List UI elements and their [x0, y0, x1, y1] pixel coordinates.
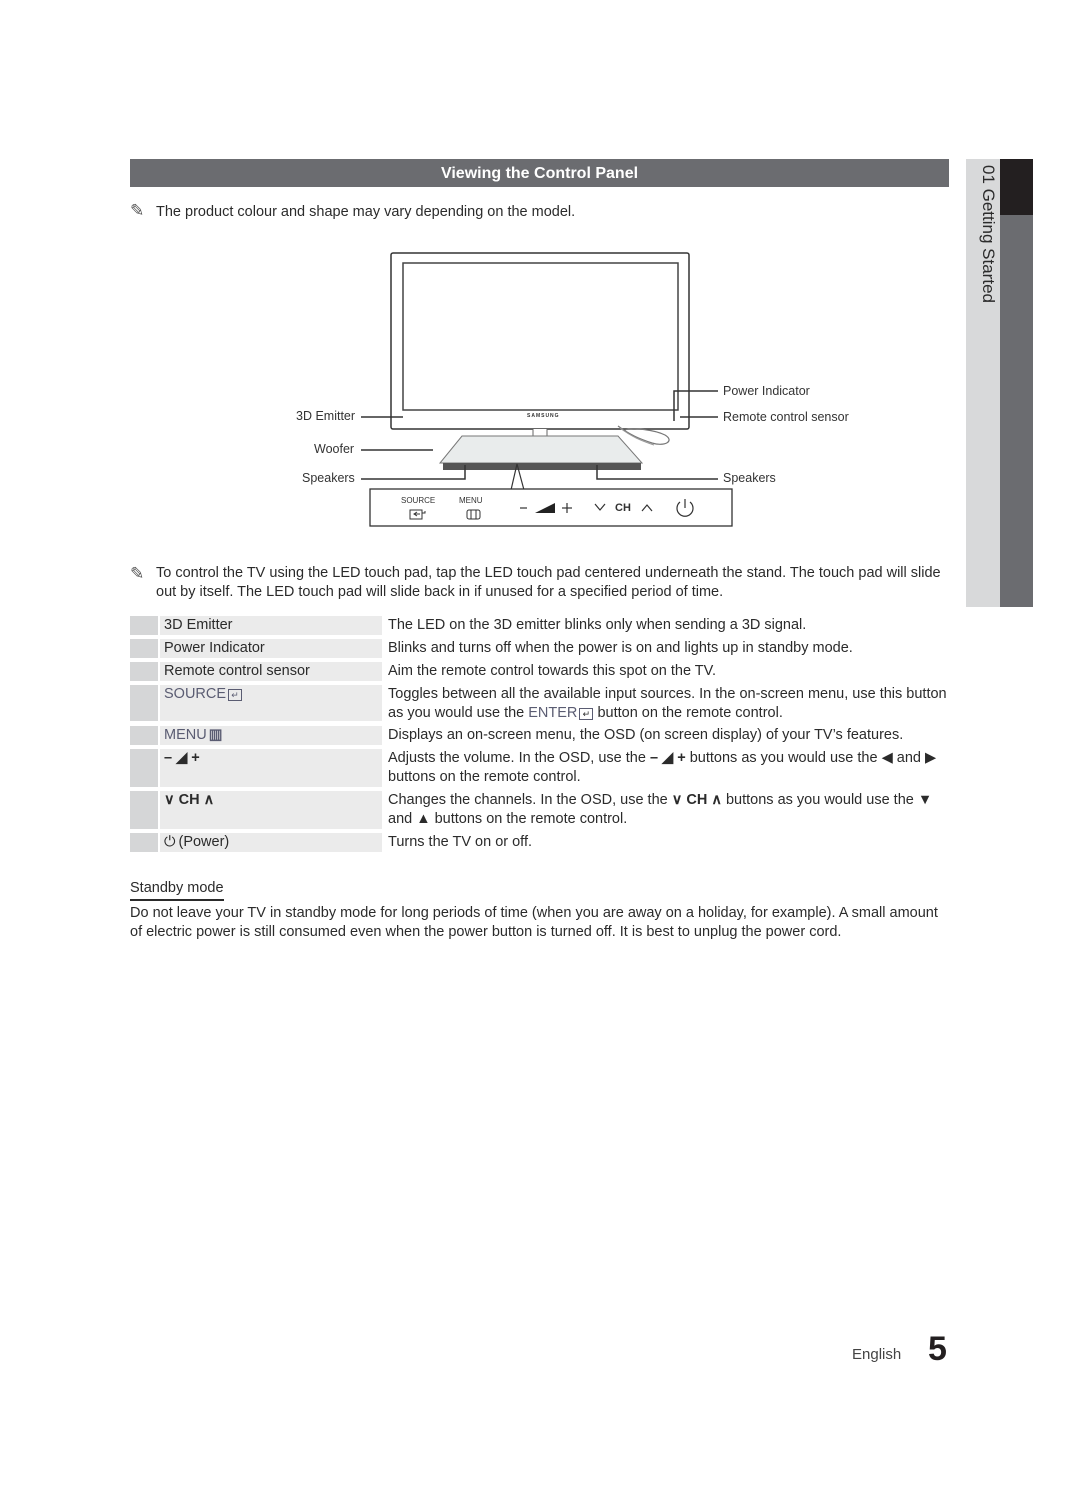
control-name: – ◢ +: [160, 749, 382, 787]
control-description: Changes the channels. In the OSD, use th…: [388, 792, 933, 827]
control-name: ⏻ (Power): [160, 833, 382, 852]
chapter-title: 01 Getting Started: [979, 165, 998, 303]
label-speakers-right: Speakers: [723, 471, 776, 485]
menu-icon: ▥: [208, 727, 223, 743]
touch-pad-note-text: To control the TV using the LED touch pa…: [156, 565, 941, 600]
tv-control-panel-diagram: 3D Emitter Woofer Speakers Power Indicat…: [280, 245, 860, 535]
enter-icon: ↵: [228, 689, 243, 701]
control-name: Remote control sensor: [160, 662, 382, 681]
pencil-note-icon: ✎: [130, 564, 145, 583]
touch-pad-note: ✎ To control the TV using the LED touch p…: [130, 564, 950, 602]
enter-icon: ↵: [579, 708, 594, 720]
colour-note-text: The product colour and shape may vary de…: [156, 204, 576, 220]
section-title: Viewing the Control Panel: [130, 159, 949, 187]
label-power-indicator: Power Indicator: [723, 384, 810, 398]
control-description: Displays an on-screen menu, the OSD (on …: [388, 727, 904, 743]
chapter-tab-marker: [1000, 159, 1033, 215]
control-description: Adjusts the volume. In the OSD, use the …: [388, 750, 937, 785]
touch-pad-ch-label: CH: [615, 502, 631, 514]
control-name: ∨ CH ∧: [160, 791, 382, 829]
control-description: Aim the remote control towards this spot…: [388, 663, 717, 679]
control-name: SOURCE ↵: [160, 685, 382, 721]
control-name: MENU ▥: [160, 726, 382, 745]
power-icon: ⏻: [164, 834, 176, 850]
page-number: 5: [928, 1330, 947, 1368]
colour-note: ✎ The product colour and shape may vary d…: [130, 201, 575, 222]
label-speakers-left: Speakers: [302, 471, 355, 485]
speaker-bar: [443, 463, 641, 470]
label-3d-emitter: 3D Emitter: [296, 409, 356, 423]
tv-screen: [402, 262, 679, 411]
control-description: Turns the TV on or off.: [388, 834, 533, 850]
touch-pad-source-label: SOURCE: [401, 496, 436, 505]
pencil-note-icon: ✎: [130, 201, 145, 220]
control-description: The LED on the 3D emitter blinks only wh…: [388, 617, 807, 633]
footer-language: English: [852, 1346, 902, 1363]
label-woofer: Woofer: [314, 442, 355, 456]
control-name: 3D Emitter: [160, 616, 382, 635]
chapter-tab-bar: [1000, 215, 1033, 607]
control-description: Toggles between all the available input …: [388, 686, 947, 721]
standby-heading: Standby mode: [130, 879, 224, 901]
standby-body: Do not leave your TV in standby mode for…: [130, 905, 938, 940]
control-name: Power Indicator: [160, 639, 382, 658]
tv-stand: [438, 435, 644, 464]
control-description: Blinks and turns off when the power is o…: [388, 640, 853, 656]
brand-logo: SAMSUNG: [527, 413, 560, 419]
label-remote-sensor: Remote control sensor: [723, 410, 849, 424]
touch-pad-menu-label: MENU: [459, 496, 483, 505]
